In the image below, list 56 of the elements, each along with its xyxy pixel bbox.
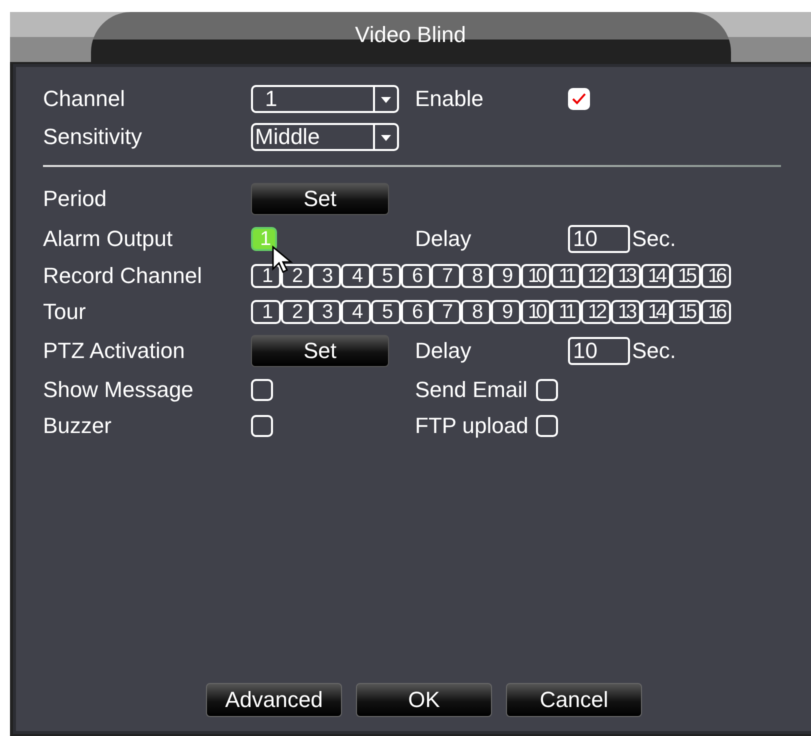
option-label: FTP upload (415, 413, 528, 439)
dialog-button[interactable]: OK (356, 683, 492, 717)
field-label: Period (43, 186, 108, 212)
dialog-button[interactable]: Cancel (506, 683, 642, 717)
unit-label: Sec. (632, 338, 676, 364)
channel-toggle[interactable]: 13 (611, 264, 641, 288)
channel-dropdown[interactable]: 1 (251, 85, 399, 113)
option-label: Send Email (415, 377, 528, 403)
channel-toggle[interactable]: 3 (311, 264, 341, 288)
channel-toggle[interactable]: 12 (581, 264, 611, 288)
channel-toggle[interactable]: 10 (521, 300, 551, 324)
field-label: Channel (43, 86, 126, 112)
delay-field[interactable]: 10 (568, 225, 630, 253)
dialog-button[interactable]: Advanced (206, 683, 342, 717)
channel-toggle[interactable]: 7 (431, 300, 461, 324)
option-label: Show Message (43, 377, 194, 403)
channel-toggle[interactable]: 14 (641, 300, 671, 324)
channel-toggle[interactable]: 7 (431, 264, 461, 288)
channel-toggle[interactable]: 16 (701, 300, 731, 324)
channel-toggle[interactable]: 11 (551, 264, 581, 288)
channel-toggle[interactable]: 10 (521, 264, 551, 288)
channel-toggle[interactable]: 8 (461, 300, 491, 324)
channel-toggle[interactable]: 2 (281, 300, 311, 324)
field-label: Record Channel (43, 263, 203, 289)
option-label: Buzzer (43, 413, 112, 439)
channel-toggle[interactable]: 13 (611, 300, 641, 324)
channel-toggle[interactable]: 8 (461, 264, 491, 288)
channel-toggle[interactable]: 15 (671, 264, 701, 288)
channel-toggle[interactable]: 4 (341, 264, 371, 288)
set-button[interactable]: Set (251, 183, 389, 215)
field-label: Enable (415, 86, 485, 112)
sensitivity-dropdown[interactable]: Middle (251, 123, 399, 151)
channel-toggle[interactable]: 9 (491, 300, 521, 324)
delay-field[interactable]: 10 (568, 337, 630, 365)
channel-toggle[interactable]: 6 (401, 264, 431, 288)
channel-toggle[interactable]: 4 (341, 300, 371, 324)
field-label: PTZ Activation (43, 338, 186, 364)
field-label: Sensitivity (43, 124, 144, 150)
field-label: Tour (43, 299, 87, 325)
channel-toggle[interactable]: 9 (491, 264, 521, 288)
field-label: Alarm Output (43, 226, 174, 252)
channel-toggle[interactable]: 6 (401, 300, 431, 324)
channel-toggle[interactable]: 16 (701, 264, 731, 288)
field-label: Delay (415, 226, 472, 252)
channel-toggle[interactable]: 15 (671, 300, 701, 324)
channel-toggle[interactable]: 12 (581, 300, 611, 324)
channel-toggle[interactable]: 3 (311, 300, 341, 324)
channel-toggle[interactable]: 1 (251, 300, 281, 324)
window-title: Video Blind (355, 22, 466, 48)
unit-label: Sec. (632, 226, 676, 252)
channel-toggle[interactable]: 14 (641, 264, 671, 288)
channel-toggle[interactable]: 5 (371, 300, 401, 324)
channel-toggle[interactable]: 5 (371, 264, 401, 288)
set-button[interactable]: Set (251, 335, 389, 367)
channel-toggle[interactable]: 11 (551, 300, 581, 324)
field-label: Delay (415, 338, 472, 364)
